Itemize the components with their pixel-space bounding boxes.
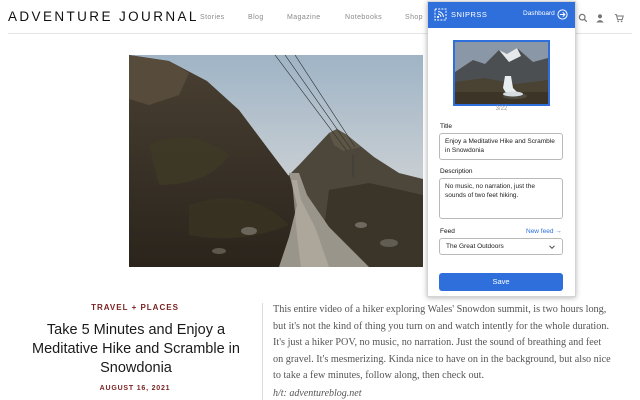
dashboard-link[interactable]: Dashboard [523,10,555,17]
description-label: Description [440,168,473,175]
search-icon[interactable] [578,13,588,23]
account-icon[interactable] [595,13,605,23]
title-field[interactable]: Enjoy a Meditative Hike and Scramble in … [439,133,563,160]
article-hat-tip[interactable]: h/t: adventureblog.net [273,388,362,399]
feed-select[interactable]: The Great Outdoors [439,238,563,255]
article-date: AUGUST 16, 2021 [99,385,171,392]
arrow-right-circle-icon[interactable] [557,9,568,20]
cart-icon[interactable] [614,13,624,23]
feed-label: Feed [440,228,455,235]
article-hero-image [129,55,423,267]
article-headline: Take 5 Minutes and Enjoy a Meditative Hi… [32,322,240,376]
popup-header: SNIPRSS Dashboard [428,2,575,28]
column-divider [262,303,263,400]
article-body: This entire video of a hiker exploring W… [273,304,611,381]
sniprss-popup: SNIPRSS Dashboard 3/22 Title Enjoy a Med… [427,1,576,297]
article-category[interactable]: TRAVEL + PLACES [0,303,270,312]
new-feed-link[interactable]: New feed → [526,228,562,235]
save-button[interactable]: Save [439,273,563,291]
title-label: Title [440,123,453,130]
selected-image-thumbnail[interactable] [453,40,550,106]
chevron-down-icon [549,245,555,250]
feed-select-value: The Great Outdoors [446,243,504,250]
image-counter: 3/22 [495,106,508,112]
description-field[interactable]: No music, no narration, just the sounds … [439,178,563,219]
popup-brand-name: SNIPRSS [451,10,488,19]
sniprss-logo-icon [434,8,447,21]
